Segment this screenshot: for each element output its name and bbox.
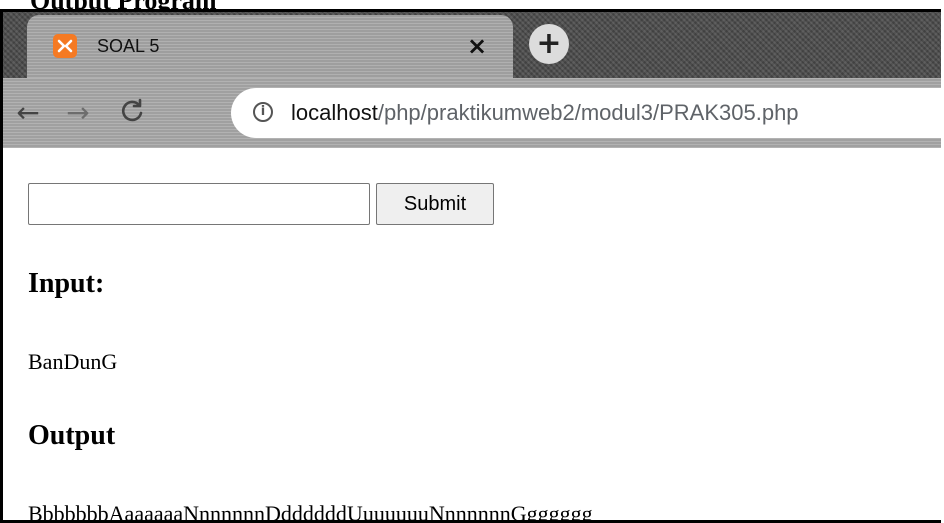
tab-strip: SOAL 5 × + (3, 12, 941, 87)
tab-soal-5[interactable]: SOAL 5 × (27, 15, 513, 87)
address-bar[interactable]: i localhost/php/praktikumweb2/modul3/PRA… (231, 88, 941, 138)
xampp-icon (53, 34, 77, 58)
reload-icon-svg (121, 98, 143, 122)
site-info-icon[interactable]: i (253, 102, 273, 122)
back-arrow-icon[interactable]: ← (11, 96, 45, 130)
new-tab-button[interactable]: + (529, 24, 569, 64)
input-value-text: BanDunG (28, 349, 118, 374)
close-tab-icon[interactable]: × (463, 32, 491, 60)
browser-toolbar: ← → i localhost/php/praktikumweb2/modul3… (3, 78, 941, 148)
url-host: localhost (291, 100, 378, 125)
page-content: Submit Input: BanDunG Output BbbbbbbAaaa… (3, 148, 941, 520)
browser-window: SOAL 5 × + ← → i localhost/php/praktikum… (0, 9, 941, 523)
tab-title: SOAL 5 (97, 36, 160, 56)
output-heading: Output (28, 420, 116, 451)
url-text[interactable]: localhost/php/praktikumweb2/modul3/PRAK3… (291, 98, 799, 128)
reload-icon[interactable] (115, 96, 149, 130)
text-input[interactable] (28, 183, 370, 225)
output-value-text: BbbbbbbAaaaaaaNnnnnnnDddddddUuuuuuuNnnnn… (28, 501, 593, 523)
submit-button[interactable]: Submit (376, 183, 494, 225)
forward-arrow-icon[interactable]: → (61, 96, 95, 130)
input-heading: Input: (28, 268, 105, 299)
url-path: /php/praktikumweb2/modul3/PRAK305.php (377, 100, 799, 125)
